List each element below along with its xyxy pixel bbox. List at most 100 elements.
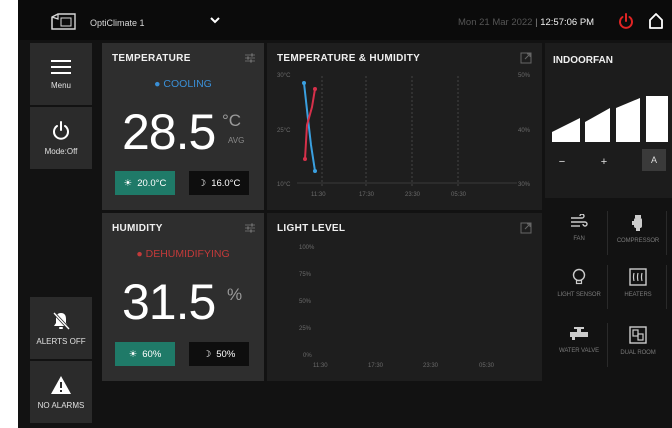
fan-minus-button[interactable]: − [555,156,569,168]
top-bar: OptiClimate 1 Mon 21 Mar 2022 | 12:57:06… [18,0,672,40]
temperature-avg-label: AVG [228,136,245,145]
left-tick-1: 30°C [277,73,291,79]
drop-icon: ● [136,248,143,260]
power-icon [53,120,69,140]
humidity-panel[interactable]: HUMIDITY ● DEHUMIDIFYING 31.5 % ☀ 60% ☽ … [102,213,264,381]
tile-divider [607,265,608,309]
dual-room-icon [629,326,647,344]
right-tick-3: 30% [518,182,531,188]
mode-button[interactable]: Mode:Off [30,107,92,169]
indoorfan-panel: INDOORFAN − + A [545,43,672,198]
compressor-tile-label: COMPRESSOR [616,238,660,244]
bell-off-icon [52,311,70,330]
sun-icon: ☀ [123,177,133,189]
compressor-icon [632,215,642,231]
dual-room-tile[interactable]: DUAL ROOM [612,320,664,370]
water-valve-tile[interactable]: WATER VALVE [553,320,605,370]
light-bulb-icon [572,268,586,285]
left-tick-3: 10°C [277,182,291,188]
date-time: Mon 21 Mar 2022 | 12:57:06 PM [458,17,594,28]
y-tick-5: 0% [303,353,312,359]
right-tick-1: 50% [518,73,531,79]
dehumidifying-status: ● DEHUMIDIFYING [136,248,230,260]
light-sensor-tile-label: LIGHT SENSOR [557,292,601,298]
x-tick-2: 17:30 [359,192,375,198]
home-icon[interactable] [648,12,664,30]
device-logo-icon [51,13,76,30]
fan-wind-icon [571,214,588,227]
tile-divider [607,323,608,367]
humidity-point [302,81,306,85]
temp-humidity-chart: 30°C 25°C 10°C 50% 40% 30% 11:30 17:30 2… [277,73,531,198]
left-tick-2: 25°C [277,128,291,134]
temperature-title: TEMPERATURE [112,53,191,64]
temp-humidity-chart-panel: TEMPERATURE & HUMIDITY 30°C 25°C 10°C 50… [267,43,542,210]
night-setpoint[interactable]: ☽ 16.0°C [189,171,249,195]
light-sensor-tile[interactable]: LIGHT SENSOR [553,262,605,312]
fan-tile[interactable]: FAN [553,208,605,258]
water-valve-icon [570,327,588,340]
power-icon[interactable] [618,12,634,30]
temperature-point [303,157,307,161]
tile-divider [607,211,608,255]
x-tick-1: 11:30 [313,363,328,369]
temperature-panel[interactable]: TEMPERATURE ● COOLING 28.5 °C AVG ☀ 20.0… [102,43,264,210]
heaters-tile-label: HEATERS [624,292,652,298]
night-setpoint[interactable]: ☽ 50% [189,342,249,366]
alarms-button[interactable]: NO ALARMS [30,361,92,423]
light-level-chart: 100% 75% 50% 25% 0% 11:30 17:30 23:30 05… [299,245,495,369]
y-tick-1: 100% [299,245,315,251]
mode-label: Mode:Off [44,146,78,156]
fan-auto-button[interactable]: A [642,149,666,171]
heaters-tile[interactable]: HEATERS [612,262,664,312]
fan-plus-button[interactable]: + [597,156,611,168]
humidity-value: 31.5 [122,274,216,330]
flame-icon: ● [154,78,161,90]
date-separator: | [535,17,538,28]
x-tick-1: 11:30 [311,192,326,198]
humidity-unit: % [227,285,243,304]
fan-level-bar[interactable] [616,98,640,142]
y-tick-3: 50% [299,299,312,305]
humidity-title: HUMIDITY [112,223,163,234]
tile-divider [666,211,667,255]
temperature-unit: °C [222,111,242,130]
moon-icon: ☽ [202,348,212,360]
hamburger-icon [51,59,71,74]
fan-level-bars[interactable] [550,96,670,144]
settings-sliders-icon[interactable] [244,52,256,64]
indoorfan-title: INDOORFAN [553,55,613,66]
date-text: Mon 21 Mar 2022 [458,17,533,28]
humidity-point [313,169,317,173]
x-tick-3: 23:30 [405,192,421,198]
day-setpoint[interactable]: ☀ 60% [115,342,175,366]
warning-icon [51,375,71,394]
x-tick-2: 17:30 [368,363,384,369]
x-tick-4: 05:30 [479,363,495,369]
day-setpoint[interactable]: ☀ 20.0°C [115,171,175,195]
fan-level-bar[interactable] [552,118,580,142]
fan-level-bar[interactable] [646,96,668,142]
tile-divider [666,265,667,309]
app-screen: OptiClimate 1 Mon 21 Mar 2022 | 12:57:06… [18,0,672,428]
alerts-button[interactable]: ALERTS OFF [30,297,92,359]
alarms-label: NO ALARMS [37,400,85,410]
sun-icon: ☀ [128,348,138,360]
cooling-status: ● COOLING [154,78,212,90]
temperature-point [313,87,317,91]
heater-icon [629,268,647,286]
time-text: 12:57:06 PM [540,17,595,28]
x-tick-3: 23:30 [423,363,439,369]
settings-sliders-icon[interactable] [244,222,256,234]
compressor-tile[interactable]: COMPRESSOR [612,208,664,258]
menu-button[interactable]: Menu [30,43,92,105]
moon-icon: ☽ [197,177,207,189]
dual-room-tile-label: DUAL ROOM [620,350,656,356]
menu-label: Menu [50,80,71,90]
light-level-chart-panel: LIGHT LEVEL 100% 75% 50% 25% 0% 11:30 17… [267,213,542,381]
device-selector[interactable]: OptiClimate 1 [90,18,145,28]
y-tick-2: 75% [299,272,312,278]
chevron-down-icon[interactable] [208,13,222,27]
fan-level-bar[interactable] [585,108,610,142]
right-tick-2: 40% [518,128,531,134]
